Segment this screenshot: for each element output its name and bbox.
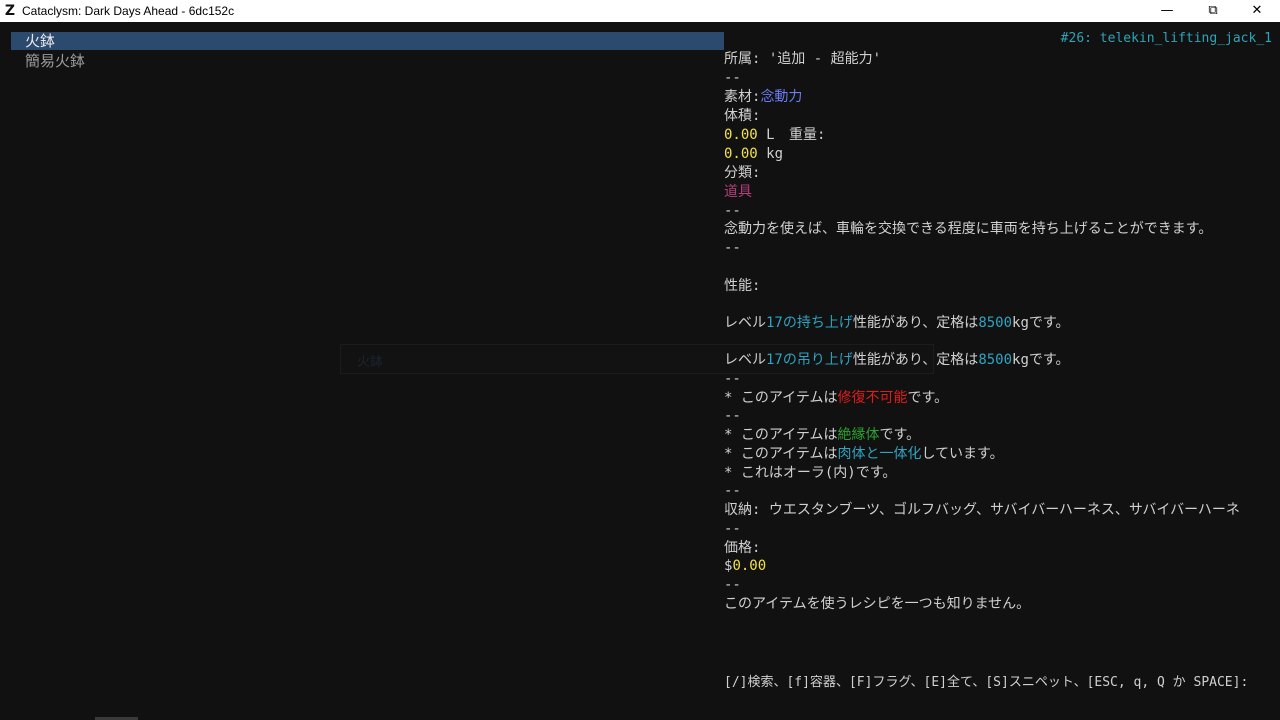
quality-text: 性能があり、定格は xyxy=(852,315,979,331)
separator: -- xyxy=(724,240,741,256)
separator: -- xyxy=(724,483,741,499)
quality-text: kgです。 xyxy=(1012,315,1070,331)
quality-level: 17の持ち上げ xyxy=(766,315,853,331)
list-item-selected[interactable]: 火鉢 xyxy=(11,32,724,50)
volume-label: 体積: xyxy=(724,108,761,124)
weight-label: 重量: xyxy=(789,127,826,143)
flag-text: しています。 xyxy=(921,446,1004,462)
window-title: Cataclysm: Dark Days Ahead - 6dc152c xyxy=(22,4,235,18)
category-line: 所属: '追加 - 超能力' xyxy=(724,50,881,69)
storage-line: 収納: ウエスタンブーツ、ゴルフバッグ、サバイバーハーネス、サバイバーハーネ xyxy=(724,502,1240,518)
volume-weight-line: 0.00 L 重量: xyxy=(724,126,825,145)
type-label: 分類: xyxy=(724,165,761,181)
ghost-popup-text: 火鉢 xyxy=(357,355,384,370)
recipe-id: #26: telekin_lifting_jack_1 xyxy=(1060,31,1272,46)
window-titlebar: Z Cataclysm: Dark Days Ahead - 6dc152c —… xyxy=(0,0,1280,22)
app-icon: Z xyxy=(4,3,16,19)
quality-amount: 8500 xyxy=(978,315,1013,331)
type-value: 道具 xyxy=(724,184,752,200)
flag-highlight: 肉体と一体化 xyxy=(837,446,922,462)
quality-text: 性能があり、定格は xyxy=(852,352,979,368)
flag-text: です。 xyxy=(879,427,921,443)
weight-value: 0.00 xyxy=(724,146,758,162)
separator: -- xyxy=(724,203,741,219)
flag-text: * このアイテムは xyxy=(724,427,838,443)
flag-aura: * これはオーラ(内)です。 xyxy=(724,465,897,481)
weight-line: 0.00 kg xyxy=(724,145,783,164)
separator: -- xyxy=(724,577,741,593)
item-description: 念動力を使えば、車輪を交換できる程度に車両を持ち上げることができます。 xyxy=(724,221,1213,237)
list-item-label: 火鉢 xyxy=(25,32,56,50)
separator: -- xyxy=(724,521,741,537)
category-value: '追加 - 超能力' xyxy=(768,51,882,67)
flag-integrated: * このアイテムは肉体と一体化しています。 xyxy=(724,445,1004,464)
volume-value: 0.00 xyxy=(724,127,758,143)
flag-unrepairable: * このアイテムは修復不可能です。 xyxy=(724,389,948,408)
material-label: 素材: xyxy=(724,89,761,105)
flag-highlight: 絶縁体 xyxy=(837,427,880,443)
flag-text: * このアイテムは xyxy=(724,446,838,462)
quality-hoisting: レベル17の吊り上げ性能があり、定格は8500kgです。 xyxy=(724,351,1070,370)
close-button[interactable]: ✕ xyxy=(1234,0,1280,22)
flag-highlight: 修復不可能 xyxy=(837,390,908,406)
price-line: $0.00 xyxy=(724,557,766,576)
restore-button[interactable]: ⧉ xyxy=(1190,0,1236,22)
keys-help: [/]検索、[f]容器、[F]フラグ、[E]全て、[S]スニペット、[ESC, … xyxy=(724,675,1249,690)
quality-text: レベル xyxy=(724,315,766,331)
volume-unit: L xyxy=(766,127,775,143)
material-line: 素材:念動力 xyxy=(724,88,802,107)
quality-lifting: レベル17の持ち上げ性能があり、定格は8500kgです。 xyxy=(724,314,1070,333)
list-item-label: 簡易火鉢 xyxy=(25,52,86,70)
quality-text: kgです。 xyxy=(1012,352,1070,368)
separator: -- xyxy=(724,408,741,424)
separator: -- xyxy=(724,371,741,387)
recipes-note: このアイテムを使うレシピを一つも知りません。 xyxy=(724,596,1031,612)
price-value: 0.00 xyxy=(732,558,767,574)
item-info-panel: #26: telekin_lifting_jack_1 所属: '追加 - 超能… xyxy=(724,22,1280,720)
qualities-label: 性能: xyxy=(724,278,761,294)
game-screen: 火鉢 簡易火鉢 火鉢 #26: telekin_lifting_jack_1 所… xyxy=(0,22,1280,720)
category-label: 所属: xyxy=(724,51,761,67)
quality-amount: 8500 xyxy=(978,352,1013,368)
flag-text: です。 xyxy=(907,390,949,406)
quality-level: 17の吊り上げ xyxy=(766,352,853,368)
separator: -- xyxy=(724,70,741,86)
minimize-button[interactable]: — xyxy=(1144,0,1190,22)
flag-text: * このアイテムは xyxy=(724,390,838,406)
weight-unit: kg xyxy=(766,146,784,162)
price-label: 価格: xyxy=(724,540,761,556)
quality-text: レベル xyxy=(724,352,766,368)
material-value: 念動力 xyxy=(760,89,803,105)
flag-insulated: * このアイテムは絶縁体です。 xyxy=(724,426,920,445)
